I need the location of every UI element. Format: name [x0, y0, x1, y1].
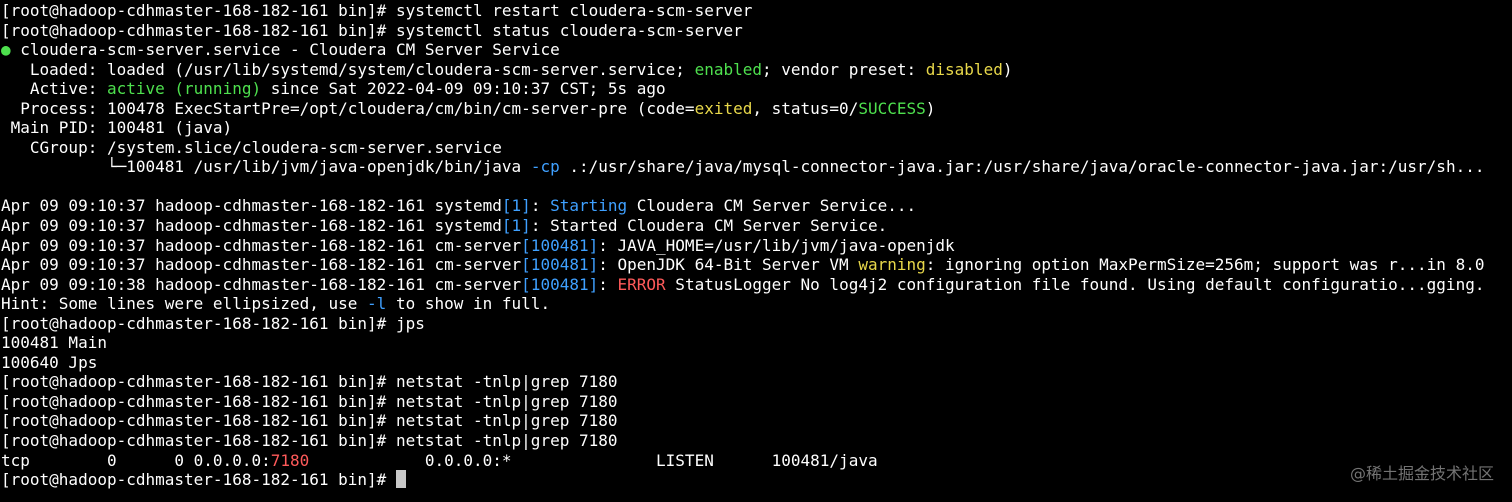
terminal-text-segment: ERROR	[617, 274, 666, 294]
terminal-text-segment: Loaded: loaded (/usr/lib/systemd/system/…	[1, 59, 695, 79]
terminal-text-segment: active (running)	[106, 79, 262, 99]
terminal-line: [root@hadoop-cdhmaster-168-182-161 bin]#…	[1, 372, 1512, 392]
terminal-text-segment: )	[1002, 59, 1013, 79]
terminal-line: Apr 09 09:10:37 hadoop-cdhmaster-168-182…	[1, 196, 1512, 216]
terminal-text-segment: Apr 09 09:10:38 hadoop-cdhmaster-168-182…	[1, 274, 522, 294]
terminal-line: [root@hadoop-cdhmaster-168-182-161 bin]#	[1, 470, 1512, 490]
terminal-text-segment: Hint: Some lines were ellipsized, use	[1, 294, 368, 314]
terminal-text-segment: disabled	[925, 59, 1003, 79]
terminal-text-segment: 100481 Main	[1, 333, 107, 353]
terminal-text-segment: Starting	[550, 196, 628, 216]
terminal-text-segment: ; vendor preset:	[762, 59, 926, 79]
terminal-text-segment: :	[530, 196, 551, 216]
terminal-line: CGroup: /system.slice/cloudera-scm-serve…	[1, 138, 1512, 158]
terminal-text-segment: └─100481 /usr/lib/jvm/java-openjdk/bin/j…	[1, 157, 531, 177]
terminal-line: Loaded: loaded (/usr/lib/systemd/system/…	[1, 60, 1512, 80]
terminal-text-segment: Apr 09 09:10:37 hadoop-cdhmaster-168-182…	[1, 216, 502, 236]
terminal-text-segment: exited	[694, 98, 753, 118]
terminal-text-segment: Active:	[1, 79, 107, 99]
terminal-line: [root@hadoop-cdhmaster-168-182-161 bin]#…	[1, 1, 1512, 21]
terminal-text-segment: [root@hadoop-cdhmaster-168-182-161 bin]#…	[1, 313, 425, 333]
terminal-window[interactable]: [root@hadoop-cdhmaster-168-182-161 bin]#…	[1, 1, 1512, 502]
terminal-line: Apr 09 09:10:38 hadoop-cdhmaster-168-182…	[1, 275, 1512, 295]
terminal-text-segment: SUCCESS	[858, 98, 926, 118]
terminal-text-segment: -l	[367, 294, 387, 314]
terminal-text-segment: [root@hadoop-cdhmaster-168-182-161 bin]#…	[1, 391, 618, 411]
terminal-line: 100481 Main	[1, 333, 1512, 353]
terminal-text-segment: [root@hadoop-cdhmaster-168-182-161 bin]#…	[1, 411, 618, 431]
terminal-text-segment: : Started Cloudera CM Server Service.	[530, 216, 888, 236]
terminal-line: Apr 09 09:10:37 hadoop-cdhmaster-168-182…	[1, 216, 1512, 236]
terminal-line: [root@hadoop-cdhmaster-168-182-161 bin]#…	[1, 431, 1512, 451]
terminal-text-segment: , status=0/	[752, 98, 859, 118]
terminal-text-segment: Main PID: 100481 (java)	[1, 118, 233, 138]
terminal-line: tcp 0 0 0.0.0.0:7180 0.0.0.0:* LISTEN 10…	[1, 451, 1512, 471]
terminal-text-segment: : OpenJDK 64-Bit Server VM	[598, 255, 859, 275]
terminal-text-segment: warning	[858, 255, 926, 275]
terminal-text-segment: [root@hadoop-cdhmaster-168-182-161 bin]#…	[1, 372, 618, 392]
terminal-text-segment: enabled	[694, 59, 762, 79]
terminal-text-segment: [root@hadoop-cdhmaster-168-182-161 bin]#…	[1, 20, 743, 40]
terminal-text-segment: : ignoring option MaxPermSize=256m; supp…	[925, 255, 1485, 275]
terminal-line: Hint: Some lines were ellipsized, use -l…	[1, 294, 1512, 314]
terminal-text-segment: [100481]	[521, 235, 599, 255]
terminal-text-segment: to show in full.	[386, 294, 551, 314]
terminal-text-segment: Cloudera CM Server Service...	[627, 196, 917, 216]
terminal-text-segment: )	[925, 98, 936, 118]
terminal-text-segment: [1]	[501, 196, 531, 216]
terminal-line: [root@hadoop-cdhmaster-168-182-161 bin]#…	[1, 21, 1512, 41]
terminal-output: [root@hadoop-cdhmaster-168-182-161 bin]#…	[1, 1, 1512, 490]
terminal-text-segment: StatusLogger No log4j2 configuration fil…	[665, 274, 1485, 294]
terminal-line: Main PID: 100481 (java)	[1, 118, 1512, 138]
terminal-text-segment: Process: 100478 ExecStartPre=/opt/cloude…	[1, 98, 695, 118]
terminal-line: 100640 Jps	[1, 353, 1512, 373]
terminal-text-segment: [100481]	[521, 274, 599, 294]
terminal-text-segment: :	[598, 274, 618, 294]
terminal-line: Apr 09 09:10:37 hadoop-cdhmaster-168-182…	[1, 255, 1512, 275]
terminal-text-segment: since Sat 2022-04-09 09:10:37 CST; 5s ag…	[261, 79, 666, 99]
terminal-text-segment: Apr 09 09:10:37 hadoop-cdhmaster-168-182…	[1, 235, 522, 255]
terminal-text-segment: -cp	[530, 157, 560, 177]
terminal-text-segment: Apr 09 09:10:37 hadoop-cdhmaster-168-182…	[1, 196, 502, 216]
terminal-line: Active: active (running) since Sat 2022-…	[1, 79, 1512, 99]
terminal-line: ● cloudera-scm-server.service - Cloudera…	[1, 40, 1512, 60]
terminal-line: └─100481 /usr/lib/jvm/java-openjdk/bin/j…	[1, 157, 1512, 177]
terminal-line: Apr 09 09:10:37 hadoop-cdhmaster-168-182…	[1, 236, 1512, 256]
terminal-line: [root@hadoop-cdhmaster-168-182-161 bin]#…	[1, 314, 1512, 334]
terminal-line: Process: 100478 ExecStartPre=/opt/cloude…	[1, 99, 1512, 119]
terminal-text-segment: tcp 0 0 0.0.0.0:	[1, 450, 271, 470]
terminal-text-segment: 7180	[270, 450, 310, 470]
terminal-text-segment: [root@hadoop-cdhmaster-168-182-161 bin]#…	[1, 1, 753, 20]
terminal-text-segment: : JAVA_HOME=/usr/lib/jvm/java-openjdk	[598, 235, 955, 255]
terminal-text-segment: [root@hadoop-cdhmaster-168-182-161 bin]#	[1, 470, 396, 490]
terminal-text-segment: 100640 Jps	[1, 352, 98, 372]
terminal-line: [root@hadoop-cdhmaster-168-182-161 bin]#…	[1, 411, 1512, 431]
terminal-line: [root@hadoop-cdhmaster-168-182-161 bin]#…	[1, 392, 1512, 412]
terminal-text-segment: cloudera-scm-server.service - Cloudera C…	[10, 40, 560, 60]
terminal-text-segment: [root@hadoop-cdhmaster-168-182-161 bin]#…	[1, 431, 618, 451]
terminal-cursor[interactable]	[395, 470, 406, 489]
terminal-text-segment: .:/usr/share/java/mysql-connector-java.j…	[559, 157, 1485, 177]
terminal-text-segment: ●	[1, 40, 11, 60]
terminal-text-segment: 0.0.0.0:* LISTEN 100481/java	[309, 450, 878, 470]
terminal-text-segment: Apr 09 09:10:37 hadoop-cdhmaster-168-182…	[1, 255, 522, 275]
watermark: @稀土掘金技术社区	[1349, 464, 1494, 483]
terminal-text-segment: [1]	[501, 216, 531, 236]
terminal-text-segment: CGroup: /system.slice/cloudera-scm-serve…	[1, 137, 502, 157]
terminal-text-segment: [100481]	[521, 255, 599, 275]
